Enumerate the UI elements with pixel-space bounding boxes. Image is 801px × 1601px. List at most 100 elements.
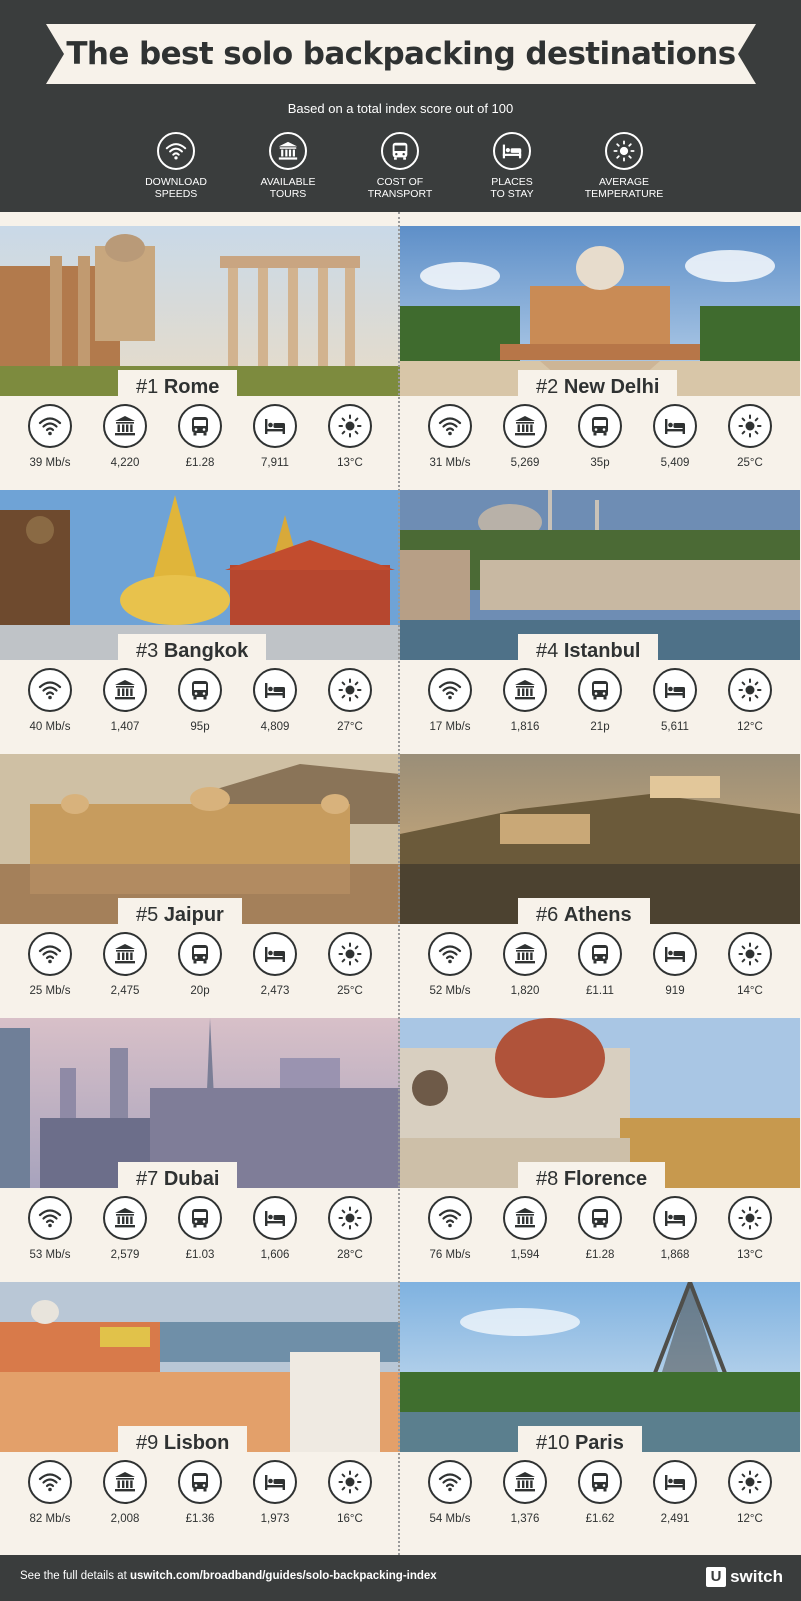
bed-icon (653, 668, 697, 712)
destination-card-new-delhi: #2 New Delhi 31 Mb/s 5,269 35p 5,409 25°… (400, 212, 800, 476)
stat-available-tours: 4,220 (87, 404, 163, 469)
stat-value: 2,475 (110, 985, 140, 997)
destinations-grid: #1 Rome 39 Mb/s 4,220 £1.28 7,911 13°C #… (0, 212, 801, 1555)
stat-value: 27°C (337, 721, 363, 733)
stat-download-speed: 17 Mb/s (412, 668, 488, 733)
wifi-icon (428, 932, 472, 976)
stat-value: 2,579 (110, 1249, 140, 1261)
city-stats: 39 Mb/s 4,220 £1.28 7,911 13°C (0, 404, 400, 476)
stat-value: 919 (665, 985, 685, 997)
stat-value: 13°C (337, 457, 363, 469)
destination-card-rome: #1 Rome 39 Mb/s 4,220 £1.28 7,911 13°C (0, 212, 400, 476)
header: The best solo backpacking destinations B… (0, 0, 801, 228)
city-name: Jaipur (163, 904, 224, 926)
stat-places-to-stay: 7,911 (237, 404, 313, 469)
stat-available-tours: 2,475 (87, 932, 163, 997)
stat-value: 35p (590, 457, 610, 469)
stat-value: 25°C (737, 457, 763, 469)
city-rank: #4 (536, 640, 559, 662)
stat-cost-of-transport: £1.11 (562, 932, 638, 997)
logo-wordmark: switch (730, 1567, 783, 1586)
stat-download-speed: 39 Mb/s (12, 404, 88, 469)
city-stats: 17 Mb/s 1,816 21p 5,611 12°C (400, 668, 800, 740)
stat-download-speed: 54 Mb/s (412, 1460, 488, 1525)
wifi-icon (428, 1196, 472, 1240)
wifi-icon (28, 1196, 72, 1240)
footer: See the full details at uswitch.com/broa… (0, 1555, 801, 1601)
city-name: New Delhi (563, 376, 660, 398)
city-rank: #8 (536, 1168, 559, 1190)
stat-value: 1,594 (510, 1249, 540, 1261)
destination-card-bangkok: #3 Bangkok 40 Mb/s 1,407 95p 4,809 27°C (0, 476, 400, 740)
city-stats: 40 Mb/s 1,407 95p 4,809 27°C (0, 668, 400, 740)
city-name: Rome (163, 376, 220, 398)
stat-value: 25°C (337, 985, 363, 997)
sun-icon (328, 1196, 372, 1240)
title-banner: The best solo backpacking destinations (46, 24, 756, 84)
stat-available-tours: 2,579 (87, 1196, 163, 1261)
stat-places-to-stay: 5,611 (637, 668, 713, 733)
museum-icon (503, 932, 547, 976)
stat-average-temperature: 28°C (312, 1196, 388, 1261)
destination-card-lisbon: #9 Lisbon 82 Mb/s 2,008 £1.36 1,973 16°C (0, 1268, 400, 1532)
stat-average-temperature: 13°C (312, 404, 388, 469)
city-name: Bangkok (163, 640, 249, 662)
stat-places-to-stay: 5,409 (637, 404, 713, 469)
stat-cost-of-transport: 20p (162, 932, 238, 997)
stat-download-speed: 40 Mb/s (12, 668, 88, 733)
stat-download-speed: 25 Mb/s (12, 932, 88, 997)
legend-cost-of-transport: COST OF TRANSPORT (344, 132, 456, 212)
bed-icon (653, 932, 697, 976)
museum-icon (269, 132, 307, 170)
sun-icon (328, 668, 372, 712)
stat-available-tours: 1,816 (487, 668, 563, 733)
stat-value: 1,376 (510, 1513, 540, 1525)
city-name: Dubai (163, 1168, 220, 1190)
wifi-icon (428, 668, 472, 712)
museum-icon (103, 404, 147, 448)
wifi-icon (28, 668, 72, 712)
stat-value: 39 Mb/s (29, 457, 71, 469)
sun-icon (728, 932, 772, 976)
stat-value: 95p (190, 721, 210, 733)
stat-value: 2,491 (660, 1513, 690, 1525)
legend-label: COST OF TRANSPORT (367, 176, 433, 200)
stat-cost-of-transport: £1.03 (162, 1196, 238, 1261)
bed-icon (253, 1460, 297, 1504)
sun-icon (728, 404, 772, 448)
stat-value: 54 Mb/s (429, 1513, 471, 1525)
stat-value: 1,606 (260, 1249, 290, 1261)
page-subtitle: Based on a total index score out of 100 (287, 101, 514, 116)
sun-icon (328, 1460, 372, 1504)
wifi-icon (28, 404, 72, 448)
bus-icon (578, 404, 622, 448)
stat-available-tours: 1,376 (487, 1460, 563, 1525)
stat-value: 1,868 (660, 1249, 690, 1261)
city-name: Florence (563, 1168, 648, 1190)
stat-cost-of-transport: 21p (562, 668, 638, 733)
stat-value: 5,269 (510, 457, 540, 469)
sun-icon (728, 1460, 772, 1504)
museum-icon (503, 1196, 547, 1240)
destination-card-jaipur: #5 Jaipur 25 Mb/s 2,475 20p 2,473 25°C (0, 740, 400, 1004)
stat-value: 16°C (337, 1513, 363, 1525)
destination-card-dubai: #7 Dubai 53 Mb/s 2,579 £1.03 1,606 28°C (0, 1004, 400, 1268)
stat-cost-of-transport: £1.36 (162, 1460, 238, 1525)
footer-text: See the full details at uswitch.com/broa… (20, 1570, 437, 1582)
wifi-icon (28, 932, 72, 976)
stat-value: 31 Mb/s (429, 457, 471, 469)
stat-value: £1.11 (586, 985, 614, 997)
bus-icon (381, 132, 419, 170)
city-stats: 54 Mb/s 1,376 £1.62 2,491 12°C (400, 1460, 800, 1532)
stat-value: 40 Mb/s (29, 721, 71, 733)
city-title: #4 Istanbul (518, 634, 659, 664)
uswitch-logo: U switch (706, 1567, 783, 1587)
stat-value: 53 Mb/s (29, 1249, 71, 1261)
stat-value: 20p (190, 985, 210, 997)
bus-icon (578, 1460, 622, 1504)
stat-average-temperature: 13°C (712, 1196, 788, 1261)
footer-link[interactable]: uswitch.com/broadband/guides/solo-backpa… (130, 1570, 437, 1582)
museum-icon (103, 932, 147, 976)
city-stats: 31 Mb/s 5,269 35p 5,409 25°C (400, 404, 800, 476)
stat-value: 1,407 (110, 721, 140, 733)
